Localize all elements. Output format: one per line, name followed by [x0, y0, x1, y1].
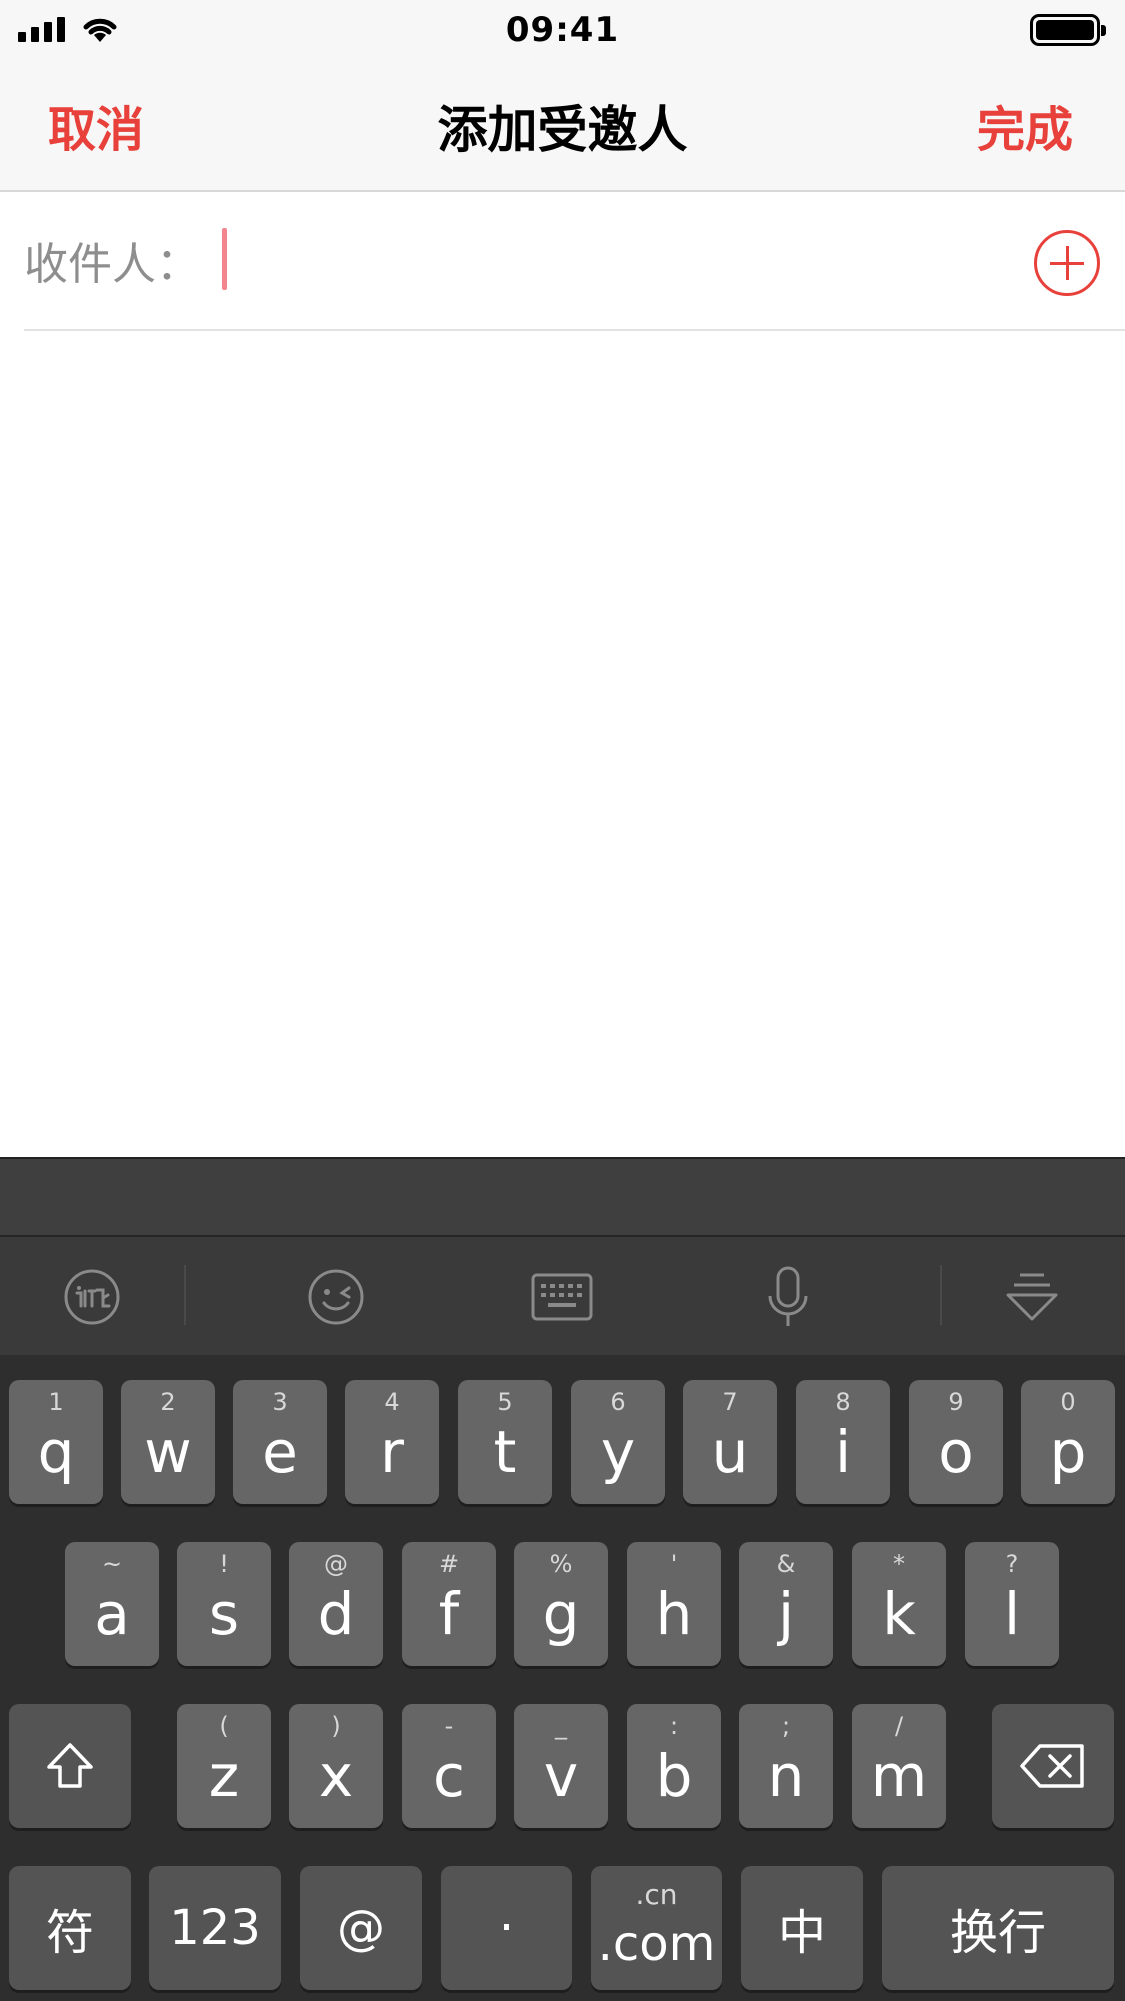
text-cursor [222, 228, 227, 290]
dotcom-key[interactable]: .cn .com [591, 1866, 722, 1990]
key-r[interactable]: 4r [345, 1380, 439, 1504]
key-n[interactable]: ; n [739, 1704, 833, 1828]
add-contact-button[interactable] [1034, 230, 1100, 296]
recipient-row: 收件人： [0, 192, 1125, 332]
hide-keyboard-icon[interactable] [994, 1259, 1070, 1335]
key-i[interactable]: 8i [796, 1380, 890, 1504]
key-o[interactable]: 9o [909, 1380, 1003, 1504]
key-b[interactable]: :b [627, 1704, 721, 1828]
shift-key[interactable] [9, 1704, 131, 1828]
symbols-key[interactable]: 符 [9, 1866, 131, 1990]
key-u[interactable]: 7u [683, 1380, 777, 1504]
key-q[interactable]: 1q [9, 1380, 103, 1504]
shift-icon [47, 1743, 93, 1788]
divider [24, 329, 1125, 331]
status-time: 09:41 [505, 10, 620, 50]
key-h[interactable]: ' h [627, 1542, 721, 1666]
numbers-key[interactable]: 123 [149, 1866, 281, 1990]
candidate-bar [0, 1157, 1125, 1237]
recipient-input[interactable] [222, 226, 996, 288]
emoji-icon[interactable] [298, 1259, 374, 1335]
key-k[interactable]: * k [852, 1542, 946, 1666]
backspace-key[interactable] [992, 1704, 1114, 1828]
key-j[interactable]: & j [739, 1542, 833, 1666]
key-c[interactable]: -c [402, 1704, 496, 1828]
keyboard-icon[interactable] [524, 1259, 600, 1335]
key-l[interactable]: ? l [965, 1542, 1059, 1666]
recipient-label: 收件人： [24, 239, 200, 290]
key-z[interactable]: (z [177, 1704, 271, 1828]
toolbar-divider [940, 1265, 942, 1325]
key-t[interactable]: 5t [458, 1380, 552, 1504]
key-x[interactable]: ) x [289, 1704, 383, 1828]
key-d[interactable]: @ d [289, 1542, 383, 1666]
microphone-icon[interactable] [750, 1259, 826, 1335]
key-g[interactable]: % g [514, 1542, 608, 1666]
key-a[interactable]: ~ a [65, 1542, 159, 1666]
key-f[interactable]: # f [402, 1542, 496, 1666]
iflytek-logo-icon[interactable] [54, 1259, 130, 1335]
key-y[interactable]: 6y [571, 1380, 665, 1504]
key-p[interactable]: 0p [1021, 1380, 1115, 1504]
key-v[interactable]: _ v [514, 1704, 608, 1828]
key-e[interactable]: 3e [233, 1380, 327, 1504]
key-w[interactable]: 2w [121, 1380, 215, 1504]
status-bar: 09:41 [0, 0, 1125, 62]
keyboard: 1q 2w 3e 4r 5t 6y 7u 8i 9o 0p ~ a ! s @ d #… [0, 1157, 1125, 2001]
key-s[interactable]: ! s [177, 1542, 271, 1666]
navigation-bar: 取消 添加受邀人 完成 [0, 62, 1125, 192]
chinese-switch-key[interactable]: 中 [741, 1866, 863, 1990]
return-key[interactable]: 换行 [882, 1866, 1114, 1990]
dot-key[interactable]: · [441, 1866, 572, 1990]
page-title: 添加受邀人 [437, 101, 688, 159]
battery-icon [1030, 14, 1106, 46]
toolbar-divider [184, 1265, 186, 1325]
backspace-icon [1020, 1744, 1084, 1788]
at-key[interactable]: @ [300, 1866, 422, 1990]
done-button[interactable]: 完成 [977, 90, 1073, 160]
keyboard-toolbar [0, 1237, 1125, 1355]
key-m[interactable]: / m [852, 1704, 946, 1828]
